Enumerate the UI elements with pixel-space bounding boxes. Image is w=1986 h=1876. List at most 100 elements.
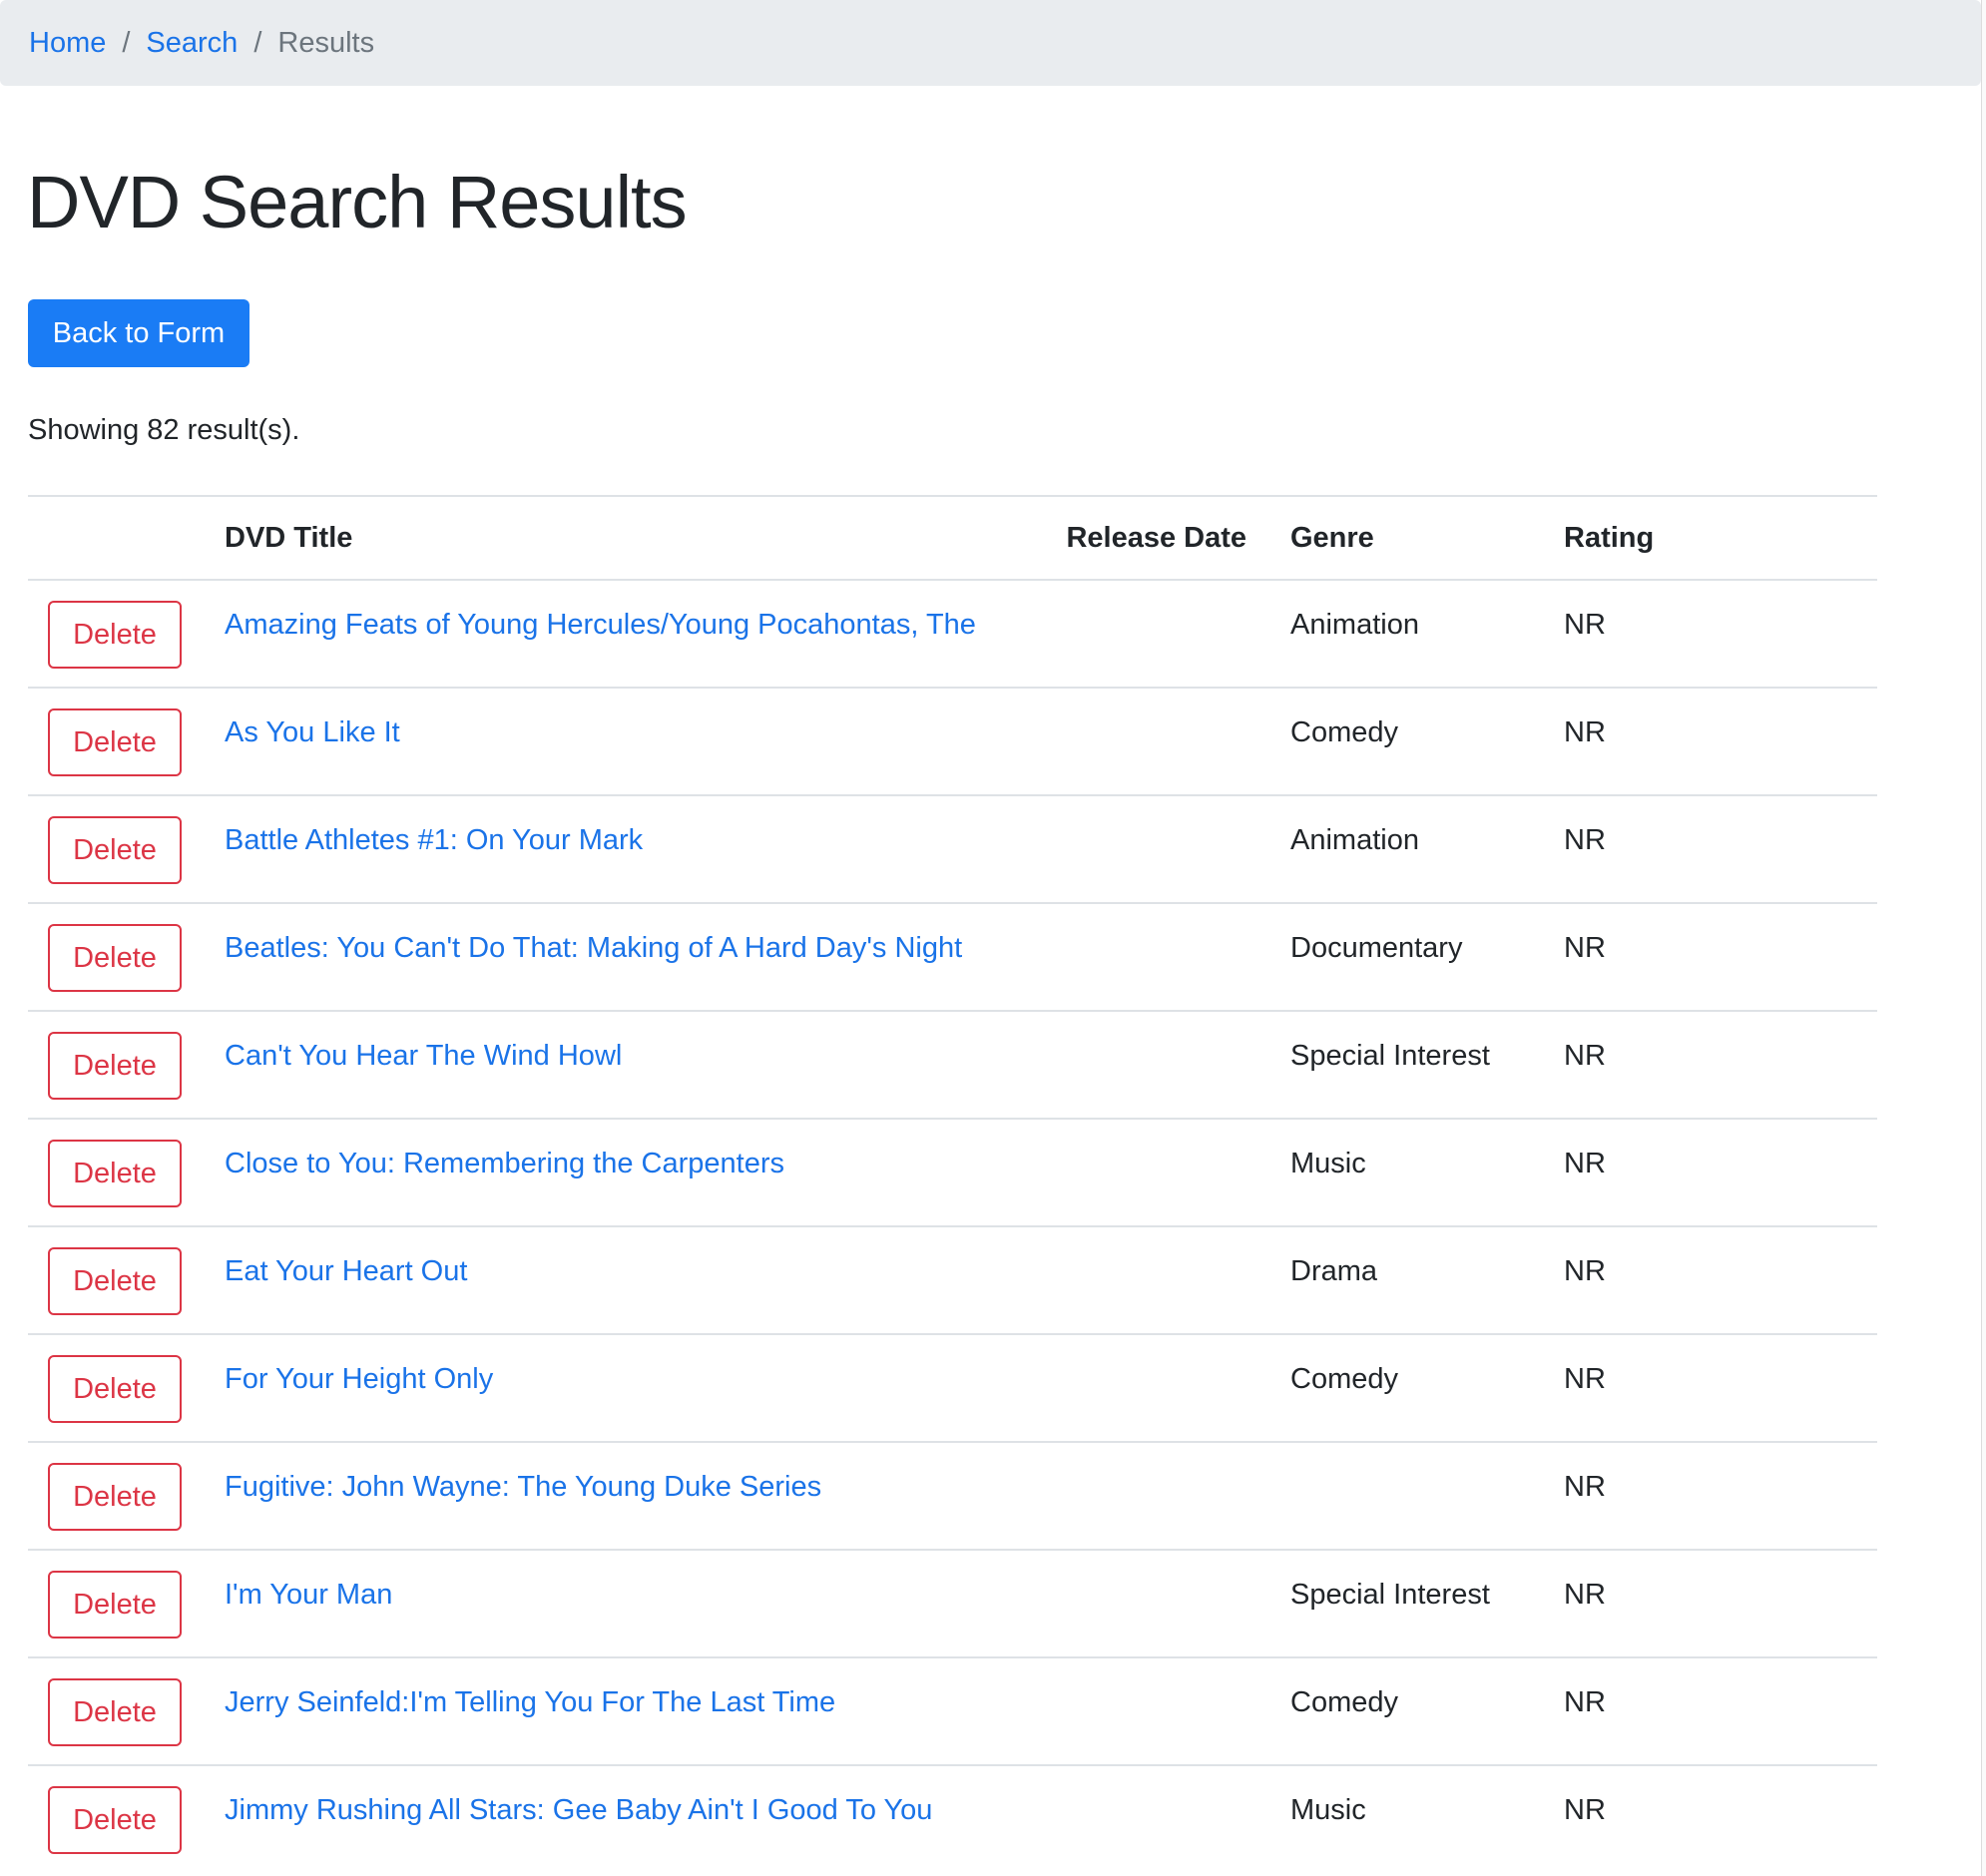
dvd-title-link[interactable]: Can't You Hear The Wind Howl [225, 1040, 622, 1072]
action-cell: Delete [28, 1010, 225, 1119]
breadcrumb: Home / Search / Results [0, 0, 1981, 86]
release-date-cell [1063, 1118, 1290, 1226]
delete-button[interactable]: Delete [48, 708, 182, 776]
delete-button[interactable]: Delete [48, 1571, 182, 1639]
genre-cell: Comedy [1290, 687, 1564, 795]
title-cell: Eat Your Heart Out [225, 1225, 1063, 1334]
rating-cell: NR [1564, 1010, 1877, 1119]
rating-cell: NR [1564, 1764, 1877, 1873]
dvd-title-link[interactable]: Eat Your Heart Out [225, 1255, 467, 1287]
column-header-actions [28, 495, 225, 581]
dvd-title-link[interactable]: Fugitive: John Wayne: The Young Duke Ser… [225, 1471, 821, 1503]
genre-cell: Music [1290, 1764, 1564, 1873]
rating-cell: NR [1564, 687, 1877, 795]
breadcrumb-current: Results [277, 26, 375, 59]
table-row: Delete Can't You Hear The Wind Howl Spec… [28, 1010, 1877, 1119]
page: Home / Search / Results DVD Search Resul… [0, 0, 1986, 1876]
genre-cell: Animation [1290, 794, 1564, 903]
genre-cell: Special Interest [1290, 1549, 1564, 1657]
delete-button[interactable]: Delete [48, 1463, 182, 1531]
dvd-title-link[interactable]: Beatles: You Can't Do That: Making of A … [225, 932, 962, 964]
genre-cell: Music [1290, 1118, 1564, 1226]
genre-cell: Special Interest [1290, 1010, 1564, 1119]
delete-button[interactable]: Delete [48, 1032, 182, 1100]
rating-cell: NR [1564, 1656, 1877, 1765]
action-cell: Delete [28, 1225, 225, 1334]
genre-cell: Comedy [1290, 1656, 1564, 1765]
breadcrumb-home-link[interactable]: Home [29, 27, 106, 60]
release-date-cell [1063, 902, 1290, 1011]
back-to-form-button[interactable]: Back to Form [28, 299, 249, 367]
rating-cell: NR [1564, 1225, 1877, 1334]
action-cell: Delete [28, 1333, 225, 1442]
table-row: Delete Fugitive: John Wayne: The Young D… [28, 1441, 1877, 1550]
table-row: Delete Close to You: Remembering the Car… [28, 1118, 1877, 1226]
rating-cell: NR [1564, 1118, 1877, 1226]
rating-cell: NR [1564, 1549, 1877, 1657]
delete-button[interactable]: Delete [48, 816, 182, 884]
action-cell: Delete [28, 687, 225, 795]
dvd-title-link[interactable]: I'm Your Man [225, 1579, 392, 1611]
action-cell: Delete [28, 1118, 225, 1226]
table-row: Delete Eat Your Heart Out Drama NR [28, 1225, 1877, 1334]
title-cell: Beatles: You Can't Do That: Making of A … [225, 902, 1063, 1011]
action-cell: Delete [28, 579, 225, 688]
rating-cell: NR [1564, 794, 1877, 903]
delete-button[interactable]: Delete [48, 1140, 182, 1207]
delete-button[interactable]: Delete [48, 601, 182, 669]
release-date-cell [1063, 1549, 1290, 1657]
table-body: Delete Amazing Feats of Young Hercules/Y… [28, 579, 1877, 1873]
dvd-title-link[interactable]: Jerry Seinfeld:I'm Telling You For The L… [225, 1686, 835, 1718]
table-row: Delete For Your Height Only Comedy NR [28, 1333, 1877, 1442]
release-date-cell [1063, 1225, 1290, 1334]
column-header-release-date: Release Date [1063, 495, 1290, 581]
delete-button[interactable]: Delete [48, 1786, 182, 1854]
result-count: Showing 82 result(s). [28, 414, 300, 446]
dvd-title-link[interactable]: Jimmy Rushing All Stars: Gee Baby Ain't … [225, 1794, 932, 1826]
title-cell: I'm Your Man [225, 1549, 1063, 1657]
release-date-cell [1063, 579, 1290, 688]
title-cell: Close to You: Remembering the Carpenters [225, 1118, 1063, 1226]
table-row: Delete Jimmy Rushing All Stars: Gee Baby… [28, 1764, 1877, 1873]
dvd-title-link[interactable]: Amazing Feats of Young Hercules/Young Po… [225, 609, 976, 641]
column-header-rating: Rating [1564, 495, 1877, 581]
dvd-title-link[interactable]: Close to You: Remembering the Carpenters [225, 1148, 784, 1179]
title-cell: Amazing Feats of Young Hercules/Young Po… [225, 579, 1063, 688]
results-table: DVD Title Release Date Genre Rating Dele… [28, 495, 1877, 1873]
genre-cell: Drama [1290, 1225, 1564, 1334]
release-date-cell [1063, 794, 1290, 903]
breadcrumb-search-link[interactable]: Search [146, 27, 238, 60]
breadcrumb-separator: / [253, 26, 262, 59]
delete-button[interactable]: Delete [48, 1355, 182, 1423]
delete-button[interactable]: Delete [48, 924, 182, 992]
dvd-title-link[interactable]: As You Like It [225, 716, 400, 748]
action-cell: Delete [28, 902, 225, 1011]
release-date-cell [1063, 1441, 1290, 1550]
results-table-container: DVD Title Release Date Genre Rating Dele… [28, 495, 1877, 1873]
page-title: DVD Search Results [27, 161, 688, 243]
release-date-cell [1063, 1010, 1290, 1119]
dvd-title-link[interactable]: For Your Height Only [225, 1363, 493, 1395]
breadcrumb-separator: / [122, 26, 131, 59]
delete-button[interactable]: Delete [48, 1247, 182, 1315]
table-row: Delete I'm Your Man Special Interest NR [28, 1549, 1877, 1657]
column-header-title: DVD Title [225, 495, 1063, 581]
title-cell: Fugitive: John Wayne: The Young Duke Ser… [225, 1441, 1063, 1550]
delete-button[interactable]: Delete [48, 1678, 182, 1746]
rating-cell: NR [1564, 902, 1877, 1011]
table-row: Delete Amazing Feats of Young Hercules/Y… [28, 579, 1877, 688]
rating-cell: NR [1564, 579, 1877, 688]
table-row: Delete Jerry Seinfeld:I'm Telling You Fo… [28, 1656, 1877, 1765]
dvd-title-link[interactable]: Battle Athletes #1: On Your Mark [225, 824, 643, 856]
table-row: Delete Battle Athletes #1: On Your Mark … [28, 794, 1877, 903]
action-cell: Delete [28, 1441, 225, 1550]
action-cell: Delete [28, 1764, 225, 1873]
table-row: Delete As You Like It Comedy NR [28, 687, 1877, 795]
table-header: DVD Title Release Date Genre Rating [28, 495, 1877, 581]
genre-cell: Documentary [1290, 902, 1564, 1011]
window-edge [1981, 0, 1986, 1876]
title-cell: Jimmy Rushing All Stars: Gee Baby Ain't … [225, 1764, 1063, 1873]
rating-cell: NR [1564, 1441, 1877, 1550]
release-date-cell [1063, 1333, 1290, 1442]
rating-cell: NR [1564, 1333, 1877, 1442]
